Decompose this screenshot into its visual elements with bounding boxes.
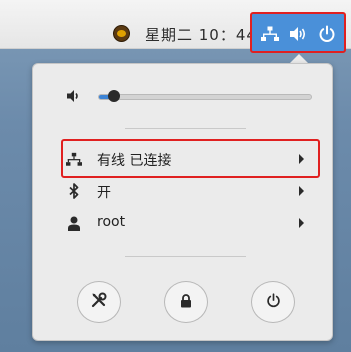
volume-slider[interactable] (98, 90, 312, 102)
divider (125, 256, 246, 257)
bluetooth-icon (66, 183, 82, 199)
top-bar: 星期二 10：44 (0, 0, 351, 53)
user-icon (66, 215, 82, 231)
settings-button[interactable] (77, 281, 121, 323)
menu-item-bluetooth[interactable]: 开 (33, 178, 332, 204)
volume-icon[interactable] (287, 23, 309, 45)
lock-button[interactable] (164, 281, 208, 323)
power-off-button[interactable] (251, 281, 295, 323)
system-status-area[interactable] (250, 12, 346, 53)
weather-icon[interactable] (113, 25, 130, 42)
settings-tools-icon (91, 292, 107, 312)
lock-icon (180, 293, 192, 312)
chevron-right-icon (299, 218, 304, 228)
system-menu: 有线 已连接 开 root (32, 63, 333, 341)
selection-highlight (61, 139, 320, 178)
divider (125, 128, 246, 129)
clock[interactable]: 星期二 10：44 (145, 24, 257, 45)
chevron-right-icon (299, 186, 304, 196)
menu-item-label: 开 (97, 185, 111, 201)
power-icon[interactable] (316, 23, 338, 45)
volume-low-icon (66, 88, 82, 107)
menu-item-user[interactable]: root (33, 210, 332, 236)
power-icon (266, 292, 281, 312)
volume-slider-handle[interactable] (107, 90, 120, 102)
network-wired-icon[interactable] (259, 23, 281, 45)
menu-item-label: root (97, 214, 126, 230)
